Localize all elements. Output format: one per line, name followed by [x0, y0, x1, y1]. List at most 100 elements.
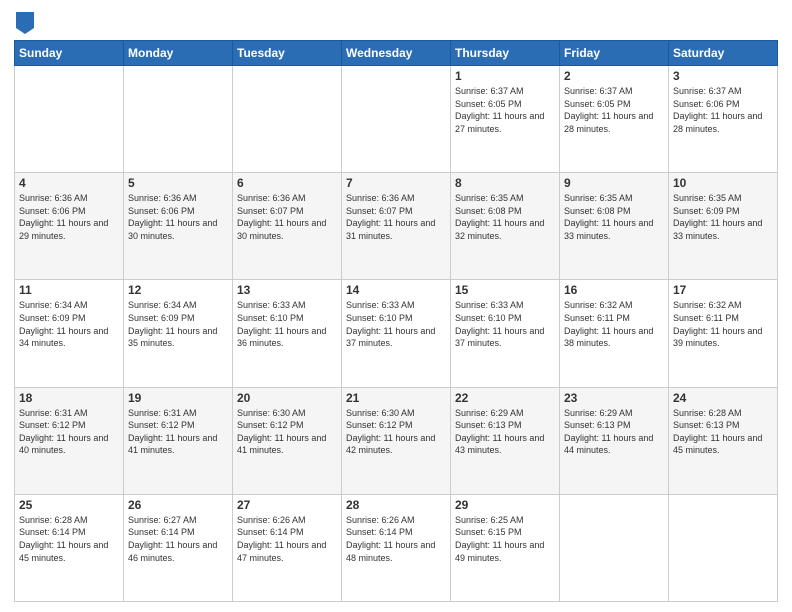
day-info: Sunrise: 6:37 AM Sunset: 6:05 PM Dayligh…	[564, 85, 664, 135]
calendar-cell: 14 Sunrise: 6:33 AM Sunset: 6:10 PM Dayli…	[342, 280, 451, 387]
week-row-2: 11 Sunrise: 6:34 AM Sunset: 6:09 PM Dayli…	[15, 280, 778, 387]
calendar-cell	[669, 494, 778, 601]
calendar-cell: 18Sunrise: 6:31 AM Sunset: 6:12 PM Dayli…	[15, 387, 124, 494]
calendar-cell: 4Sunrise: 6:36 AM Sunset: 6:06 PM Daylig…	[15, 173, 124, 280]
page: SundayMondayTuesdayWednesdayThursdayFrid…	[0, 0, 792, 612]
day-number: 9	[564, 176, 664, 190]
logo	[14, 14, 34, 34]
calendar-cell: 3Sunrise: 6:37 AM Sunset: 6:06 PM Daylig…	[669, 66, 778, 173]
weekday-header-monday: Monday	[124, 41, 233, 66]
calendar-cell: 23 Sunrise: 6:29 AM Sunset: 6:13 PM Dayli…	[560, 387, 669, 494]
day-number: 2	[564, 69, 664, 83]
weekday-header-saturday: Saturday	[669, 41, 778, 66]
day-info: Sunrise: 6:29 AM Sunset: 6:13 PM Dayligh…	[455, 407, 555, 457]
weekday-header-wednesday: Wednesday	[342, 41, 451, 66]
calendar-cell: 15 Sunrise: 6:33 AM Sunset: 6:10 PM Dayli…	[451, 280, 560, 387]
day-info: Sunrise: 6:34 AM Sunset: 6:09 PM Dayligh…	[19, 299, 119, 349]
week-row-1: 4Sunrise: 6:36 AM Sunset: 6:06 PM Daylig…	[15, 173, 778, 280]
calendar-cell: 8 Sunrise: 6:35 AM Sunset: 6:08 PM Daylig…	[451, 173, 560, 280]
day-number: 17	[673, 283, 773, 297]
day-number: 7	[346, 176, 446, 190]
day-number: 14	[346, 283, 446, 297]
weekday-header-row: SundayMondayTuesdayWednesdayThursdayFrid…	[15, 41, 778, 66]
calendar-cell: 25 Sunrise: 6:28 AM Sunset: 6:14 PM Dayli…	[15, 494, 124, 601]
calendar-cell: 22 Sunrise: 6:29 AM Sunset: 6:13 PM Dayli…	[451, 387, 560, 494]
calendar-cell: 29 Sunrise: 6:25 AM Sunset: 6:15 PM Dayli…	[451, 494, 560, 601]
calendar-cell: 12 Sunrise: 6:34 AM Sunset: 6:09 PM Dayli…	[124, 280, 233, 387]
week-row-3: 18 Sunrise: 6:31 AM Sunset: 6:12 PM Dayli…	[15, 387, 778, 494]
day-number: 10	[673, 176, 773, 190]
day-number: 1	[455, 69, 555, 83]
weekday-header-tuesday: Tuesday	[233, 41, 342, 66]
weekday-header-friday: Friday	[560, 41, 669, 66]
day-info: Sunrise: 6:29 AM Sunset: 6:13 PM Dayligh…	[564, 407, 664, 457]
weekday-header-sunday: Sunday	[15, 41, 124, 66]
calendar-cell: 21Sunrise: 6:30 AM Sunset: 6:12 PM Dayli…	[342, 387, 451, 494]
day-info: Sunrise: 6:36 AM Sunset: 6:07 PM Dayligh…	[237, 192, 337, 242]
calendar-cell	[560, 494, 669, 601]
day-number: 18	[19, 391, 119, 405]
day-info: Sunrise: 6:30 AM Sunset: 6:12 PM Dayligh…	[237, 407, 337, 457]
day-info: Sunrise: 6:35 AM Sunset: 6:09 PM Dayligh…	[673, 192, 773, 242]
calendar-cell	[233, 66, 342, 173]
day-info: Sunrise: 6:28 AM Sunset: 6:13 PM Dayligh…	[673, 407, 773, 457]
day-number: 8	[455, 176, 555, 190]
day-info: Sunrise: 6:26 AM Sunset: 6:14 PM Dayligh…	[346, 514, 446, 564]
calendar-cell: 10 Sunrise: 6:35 AM Sunset: 6:09 PM Dayli…	[669, 173, 778, 280]
day-number: 13	[237, 283, 337, 297]
day-number: 23	[564, 391, 664, 405]
day-info: Sunrise: 6:26 AM Sunset: 6:14 PM Dayligh…	[237, 514, 337, 564]
calendar-cell: 26 Sunrise: 6:27 AM Sunset: 6:14 PM Dayli…	[124, 494, 233, 601]
day-number: 26	[128, 498, 228, 512]
header	[14, 10, 778, 34]
calendar-cell: 2 Sunrise: 6:37 AM Sunset: 6:05 PM Daylig…	[560, 66, 669, 173]
calendar-cell: 28Sunrise: 6:26 AM Sunset: 6:14 PM Dayli…	[342, 494, 451, 601]
day-number: 19	[128, 391, 228, 405]
calendar-cell: 13 Sunrise: 6:33 AM Sunset: 6:10 PM Dayli…	[233, 280, 342, 387]
day-info: Sunrise: 6:27 AM Sunset: 6:14 PM Dayligh…	[128, 514, 228, 564]
calendar-cell: 1Sunrise: 6:37 AM Sunset: 6:05 PM Daylig…	[451, 66, 560, 173]
day-info: Sunrise: 6:33 AM Sunset: 6:10 PM Dayligh…	[237, 299, 337, 349]
calendar-cell: 11 Sunrise: 6:34 AM Sunset: 6:09 PM Dayli…	[15, 280, 124, 387]
day-number: 22	[455, 391, 555, 405]
day-info: Sunrise: 6:36 AM Sunset: 6:06 PM Dayligh…	[128, 192, 228, 242]
day-info: Sunrise: 6:32 AM Sunset: 6:11 PM Dayligh…	[673, 299, 773, 349]
calendar-cell: 6 Sunrise: 6:36 AM Sunset: 6:07 PM Daylig…	[233, 173, 342, 280]
day-info: Sunrise: 6:30 AM Sunset: 6:12 PM Dayligh…	[346, 407, 446, 457]
calendar-cell	[342, 66, 451, 173]
calendar-cell: 24 Sunrise: 6:28 AM Sunset: 6:13 PM Dayli…	[669, 387, 778, 494]
day-number: 25	[19, 498, 119, 512]
day-info: Sunrise: 6:36 AM Sunset: 6:07 PM Dayligh…	[346, 192, 446, 242]
day-number: 6	[237, 176, 337, 190]
weekday-header-thursday: Thursday	[451, 41, 560, 66]
calendar-cell: 27 Sunrise: 6:26 AM Sunset: 6:14 PM Dayli…	[233, 494, 342, 601]
calendar-cell: 19 Sunrise: 6:31 AM Sunset: 6:12 PM Dayli…	[124, 387, 233, 494]
day-number: 11	[19, 283, 119, 297]
day-info: Sunrise: 6:33 AM Sunset: 6:10 PM Dayligh…	[346, 299, 446, 349]
day-info: Sunrise: 6:36 AM Sunset: 6:06 PM Dayligh…	[19, 192, 119, 242]
calendar-cell: 16Sunrise: 6:32 AM Sunset: 6:11 PM Dayli…	[560, 280, 669, 387]
day-info: Sunrise: 6:28 AM Sunset: 6:14 PM Dayligh…	[19, 514, 119, 564]
day-info: Sunrise: 6:35 AM Sunset: 6:08 PM Dayligh…	[455, 192, 555, 242]
calendar-cell	[124, 66, 233, 173]
day-number: 12	[128, 283, 228, 297]
day-info: Sunrise: 6:31 AM Sunset: 6:12 PM Dayligh…	[128, 407, 228, 457]
day-number: 24	[673, 391, 773, 405]
day-number: 27	[237, 498, 337, 512]
calendar-cell	[15, 66, 124, 173]
calendar-cell: 5 Sunrise: 6:36 AM Sunset: 6:06 PM Daylig…	[124, 173, 233, 280]
week-row-4: 25 Sunrise: 6:28 AM Sunset: 6:14 PM Dayli…	[15, 494, 778, 601]
day-number: 5	[128, 176, 228, 190]
day-info: Sunrise: 6:34 AM Sunset: 6:09 PM Dayligh…	[128, 299, 228, 349]
day-number: 15	[455, 283, 555, 297]
calendar-table: SundayMondayTuesdayWednesdayThursdayFrid…	[14, 40, 778, 602]
logo-icon	[16, 12, 34, 34]
week-row-0: 1 Sunrise: 6:37 AM Sunset: 6:05 PM Daylig…	[15, 66, 778, 173]
day-number: 20	[237, 391, 337, 405]
day-info: Sunrise: 6:33 AM Sunset: 6:10 PM Dayligh…	[455, 299, 555, 349]
day-info: Sunrise: 6:37 AM Sunset: 6:06 PM Dayligh…	[673, 85, 773, 135]
day-number: 29	[455, 498, 555, 512]
day-number: 16	[564, 283, 664, 297]
day-info: Sunrise: 6:35 AM Sunset: 6:08 PM Dayligh…	[564, 192, 664, 242]
day-info: Sunrise: 6:25 AM Sunset: 6:15 PM Dayligh…	[455, 514, 555, 564]
